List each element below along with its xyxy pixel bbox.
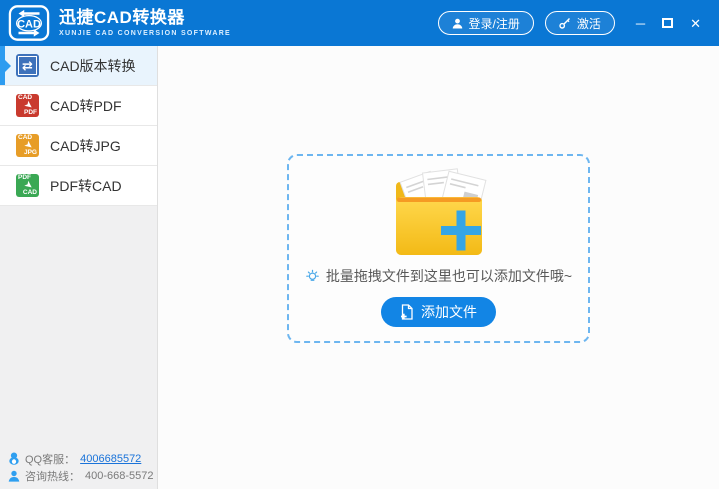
key-icon (559, 18, 570, 29)
add-folder-icon (395, 168, 486, 255)
dropzone-hint-text: 批量拖拽文件到这里也可以添加文件哦~ (325, 268, 573, 284)
support-info: QQ客服： 4006685572 咨询热线： 400-668-5572 (8, 450, 154, 484)
qq-number-link[interactable]: 4006685572 (80, 453, 141, 465)
svg-text:CAD: CAD (17, 18, 41, 30)
selected-indicator (0, 46, 5, 85)
sidebar-item-label: PDF转CAD (50, 177, 122, 194)
swap-arrows-icon: ⇄ (18, 56, 37, 75)
qq-label: QQ客服： (25, 453, 76, 466)
main-area: 批量拖拽文件到这里也可以添加文件哦~ 添加文件 (158, 46, 719, 489)
qq-support-row: QQ客服： 4006685572 (8, 450, 154, 467)
pdf-to-cad-icon: PDF ➤ CAD (16, 174, 39, 197)
window-controls: ─ ✕ (636, 17, 707, 30)
sidebar-item-label: CAD转JPG (50, 137, 121, 154)
user-icon (452, 18, 462, 28)
service-person-icon (8, 470, 20, 482)
file-drop-zone[interactable]: 批量拖拽文件到这里也可以添加文件哦~ 添加文件 (287, 154, 590, 343)
sidebar-item-pdf-to-cad[interactable]: PDF ➤ CAD PDF转CAD (0, 166, 157, 206)
minimize-icon[interactable]: ─ (636, 17, 645, 30)
app-title-block: 迅捷CAD转换器 XUNJIE CAD CONVERSION SOFTWARE (59, 8, 232, 37)
hotline-label: 咨询热线： (25, 470, 80, 483)
login-register-button[interactable]: 登录/注册 (437, 11, 534, 35)
add-files-button[interactable]: 添加文件 (381, 297, 496, 327)
app-title: 迅捷CAD转换器 (59, 8, 185, 28)
activate-button[interactable]: 激活 (544, 11, 615, 35)
file-plus-icon (401, 304, 413, 320)
maximize-icon[interactable] (662, 18, 674, 28)
login-register-label: 登录/注册 (468, 16, 520, 31)
titlebar: CAD 迅捷CAD转换器 XUNJIE CAD CONVERSION SOFTW… (0, 0, 719, 46)
sidebar-item-label: CAD转PDF (50, 97, 122, 114)
app-subtitle: XUNJIE CAD CONVERSION SOFTWARE (59, 29, 232, 37)
cad-version-convert-icon: ⇄ (16, 54, 39, 77)
activate-label: 激活 (576, 16, 601, 31)
sidebar: ⇄ CAD版本转换 CAD ➤ PDF CAD转PDF CAD ➤ JPG CA… (0, 46, 158, 489)
bulb-icon (306, 269, 319, 281)
sidebar-item-label: CAD版本转换 (50, 57, 136, 74)
cad-to-pdf-icon: CAD ➤ PDF (16, 94, 39, 117)
dropzone-hint: 批量拖拽文件到这里也可以添加文件哦~ (305, 266, 572, 286)
app-logo-icon: CAD (8, 5, 50, 41)
close-icon[interactable]: ✕ (690, 17, 701, 30)
sidebar-item-cad-to-jpg[interactable]: CAD ➤ JPG CAD转JPG (0, 126, 157, 166)
qq-icon (9, 452, 19, 465)
cad-to-jpg-icon: CAD ➤ JPG (16, 134, 39, 157)
sidebar-item-cad-version-convert[interactable]: ⇄ CAD版本转换 (0, 46, 157, 86)
add-files-label: 添加文件 (421, 304, 477, 320)
hotline-row: 咨询热线： 400-668-5572 (8, 467, 154, 484)
sidebar-item-cad-to-pdf[interactable]: CAD ➤ PDF CAD转PDF (0, 86, 157, 126)
hotline-number: 400-668-5572 (85, 469, 154, 482)
